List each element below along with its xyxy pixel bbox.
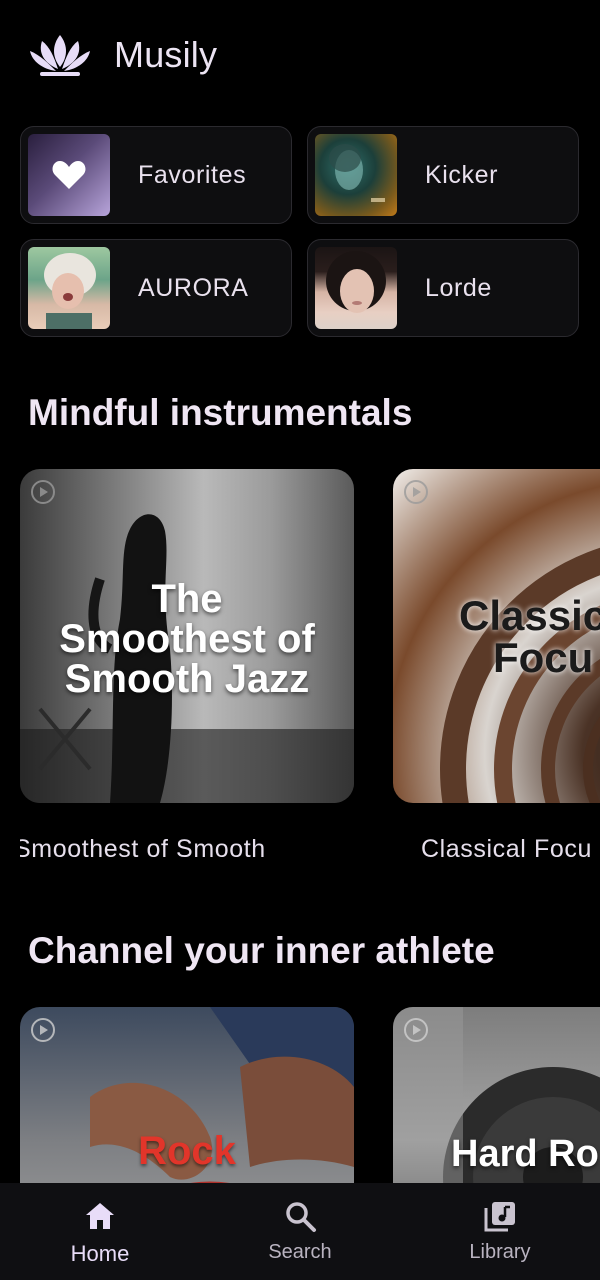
artist-photo — [315, 247, 397, 329]
album-cover-image — [315, 134, 397, 216]
play-icon[interactable] — [403, 1017, 429, 1043]
portrait-art — [329, 144, 385, 202]
cover-title-text: Hard Ro — [451, 1133, 599, 1175]
portrait-art — [44, 253, 96, 329]
nav-label: Library — [469, 1241, 531, 1263]
portrait-art — [326, 251, 386, 313]
quick-tile-lorde[interactable]: Lorde — [307, 239, 579, 337]
quick-tile-label: Lorde — [425, 273, 492, 302]
bottom-navigation: Home Search Library — [0, 1183, 600, 1280]
quick-tile-label: Favorites — [138, 160, 247, 189]
playlist-card[interactable]: The Smoothest of Smooth Jazz Smoothest o… — [20, 469, 354, 864]
home-icon — [86, 1203, 114, 1229]
app-header: Musily — [28, 28, 217, 82]
playlist-title: Classical Focu — [421, 835, 592, 863]
heart-icon — [52, 161, 86, 189]
musily-logo-icon — [30, 35, 90, 76]
favorites-thumbnail — [28, 134, 110, 216]
quick-tile-label: Kicker — [425, 160, 499, 189]
nav-label: Search — [268, 1241, 332, 1263]
quick-tile-label: AURORA — [138, 273, 249, 302]
nav-label: Home — [70, 1241, 130, 1266]
cover-title-text: Rock — [138, 1129, 236, 1173]
playlist-cover: Classic Focu — [393, 469, 600, 803]
section-title: Channel your inner athlete — [28, 930, 495, 971]
playlist-cover: The Smoothest of Smooth Jazz — [20, 469, 354, 803]
nav-item-library[interactable]: Library — [400, 1183, 600, 1280]
home-screen: Musily Favorites Kicker AURORA Lorde Min… — [0, 0, 600, 1280]
artist-photo — [28, 247, 110, 329]
play-icon[interactable] — [30, 479, 56, 505]
play-icon[interactable] — [30, 1017, 56, 1043]
app-title: Musily — [114, 34, 218, 75]
nav-item-search[interactable]: Search — [200, 1183, 400, 1280]
playlist-title: Smoothest of Smooth — [20, 835, 266, 863]
cover-title-text: The Smoothest of Smooth Jazz — [59, 577, 315, 701]
play-icon[interactable] — [403, 479, 429, 505]
quick-tile-favorites[interactable]: Favorites — [20, 126, 292, 224]
playlist-card[interactable]: Classic Focu Classical Focu — [393, 469, 600, 864]
quick-tile-kicker[interactable]: Kicker — [307, 126, 579, 224]
search-icon — [286, 1202, 316, 1232]
nav-item-home[interactable]: Home — [0, 1183, 200, 1280]
cover-title-text: Classic Focu — [459, 592, 600, 681]
quick-tile-aurora[interactable]: AURORA — [20, 239, 292, 337]
section-title: Mindful instrumentals — [28, 392, 413, 433]
library-icon — [484, 1202, 515, 1232]
